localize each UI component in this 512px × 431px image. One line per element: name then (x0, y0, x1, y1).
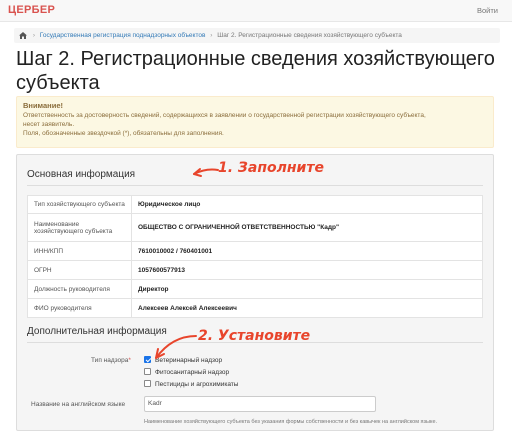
login-link[interactable]: Войти (477, 6, 498, 15)
additional-info-title: Дополнительная информация (27, 326, 167, 337)
table-row: Тип хозяйствующего субъекта Юридическое … (27, 195, 483, 214)
annotation-step-1: 1. Заполните (218, 160, 324, 176)
row-value: ОБЩЕСТВО С ОГРАНИЧЕННОЙ ОТВЕТСТВЕННОСТЬЮ… (131, 213, 483, 242)
checkbox-unchecked-icon[interactable] (144, 367, 151, 375)
row-label: Тип хозяйствующего субъекта (27, 195, 132, 214)
row-label: ИНН/КПП (27, 241, 132, 261)
home-icon[interactable] (18, 28, 28, 43)
row-label: ФИО руководителя (27, 298, 132, 318)
breadcrumb-current: Шаг 2. Регистрационные сведения хозяйств… (217, 32, 402, 40)
row-value: 1057600577913 (131, 260, 483, 280)
main-info-table: Тип хозяйствующего субъекта Юридическое … (27, 195, 483, 318)
registration-panel: Основная информация Тип хозяйствующего с… (16, 154, 494, 431)
annotation-arrow-1 (193, 168, 219, 177)
breadcrumb-separator: › (210, 32, 213, 40)
table-row: ФИО руководителя Алексеев Алексей Алексе… (27, 298, 483, 318)
checkbox-phytosanitary[interactable]: Фитосанитарный надзор (144, 367, 230, 378)
row-label: Должность руководителя (27, 279, 132, 299)
section-divider (27, 185, 483, 186)
table-row: ОГРН 1057600577913 (27, 260, 483, 280)
checkbox-label: Фитосанитарный надзор (155, 369, 230, 376)
english-name-help: Наименование хозяйствующего субъекта без… (144, 419, 438, 425)
supervision-type-text: Тип надзора (91, 357, 129, 364)
main-info-title: Основная информация (27, 169, 136, 180)
alert-text-line: Поля, обозначенные звездочкой (*), обяза… (23, 130, 224, 137)
page-title: Шаг 2. Регистрационные сведения хозяйств… (16, 48, 495, 94)
breadcrumb: › Государственная регистрация поднадзорн… (14, 28, 500, 43)
required-mark: * (128, 357, 131, 364)
row-label: Наименование хозяйствующего субъекта (27, 213, 132, 242)
table-row: Наименование хозяйствующего субъекта ОБЩ… (27, 213, 483, 242)
breadcrumb-separator: › (32, 32, 35, 40)
row-value: Директор (131, 279, 483, 299)
checkbox-unchecked-icon[interactable] (144, 379, 151, 387)
warning-alert: Внимание! Ответственность за достовернос… (16, 96, 494, 148)
annotation-step-2: 2. Установите (198, 328, 311, 344)
brand-logo[interactable]: ЦЕРБЕР (8, 4, 55, 16)
checkbox-label: Пестициды и агрохимикаты (155, 381, 239, 388)
breadcrumb-link-registration[interactable]: Государственная регистрация поднадзорных… (40, 32, 206, 39)
english-name-label: Название на английском языке (31, 401, 126, 408)
alert-text-line: несет заявитель. (23, 121, 75, 128)
top-navbar: ЦЕРБЕР Войти (0, 0, 512, 22)
table-row: ИНН/КПП 7610010002 / 760401001 (27, 241, 483, 261)
row-value: 7610010002 / 760401001 (131, 241, 483, 261)
table-row: Должность руководителя Директор (27, 279, 483, 299)
row-value: Юридическое лицо (131, 195, 483, 214)
alert-text-line: Ответственность за достоверность сведени… (23, 112, 426, 119)
annotation-arrow-2 (155, 335, 197, 359)
supervision-type-label: Тип надзора* (91, 357, 131, 364)
alert-title: Внимание! (23, 101, 63, 110)
row-value: Алексеев Алексей Алексеевич (131, 298, 483, 318)
checkbox-pesticides[interactable]: Пестициды и агрохимикаты (144, 379, 239, 390)
english-name-input[interactable]: Kadr (144, 396, 376, 412)
row-label: ОГРН (27, 260, 132, 280)
